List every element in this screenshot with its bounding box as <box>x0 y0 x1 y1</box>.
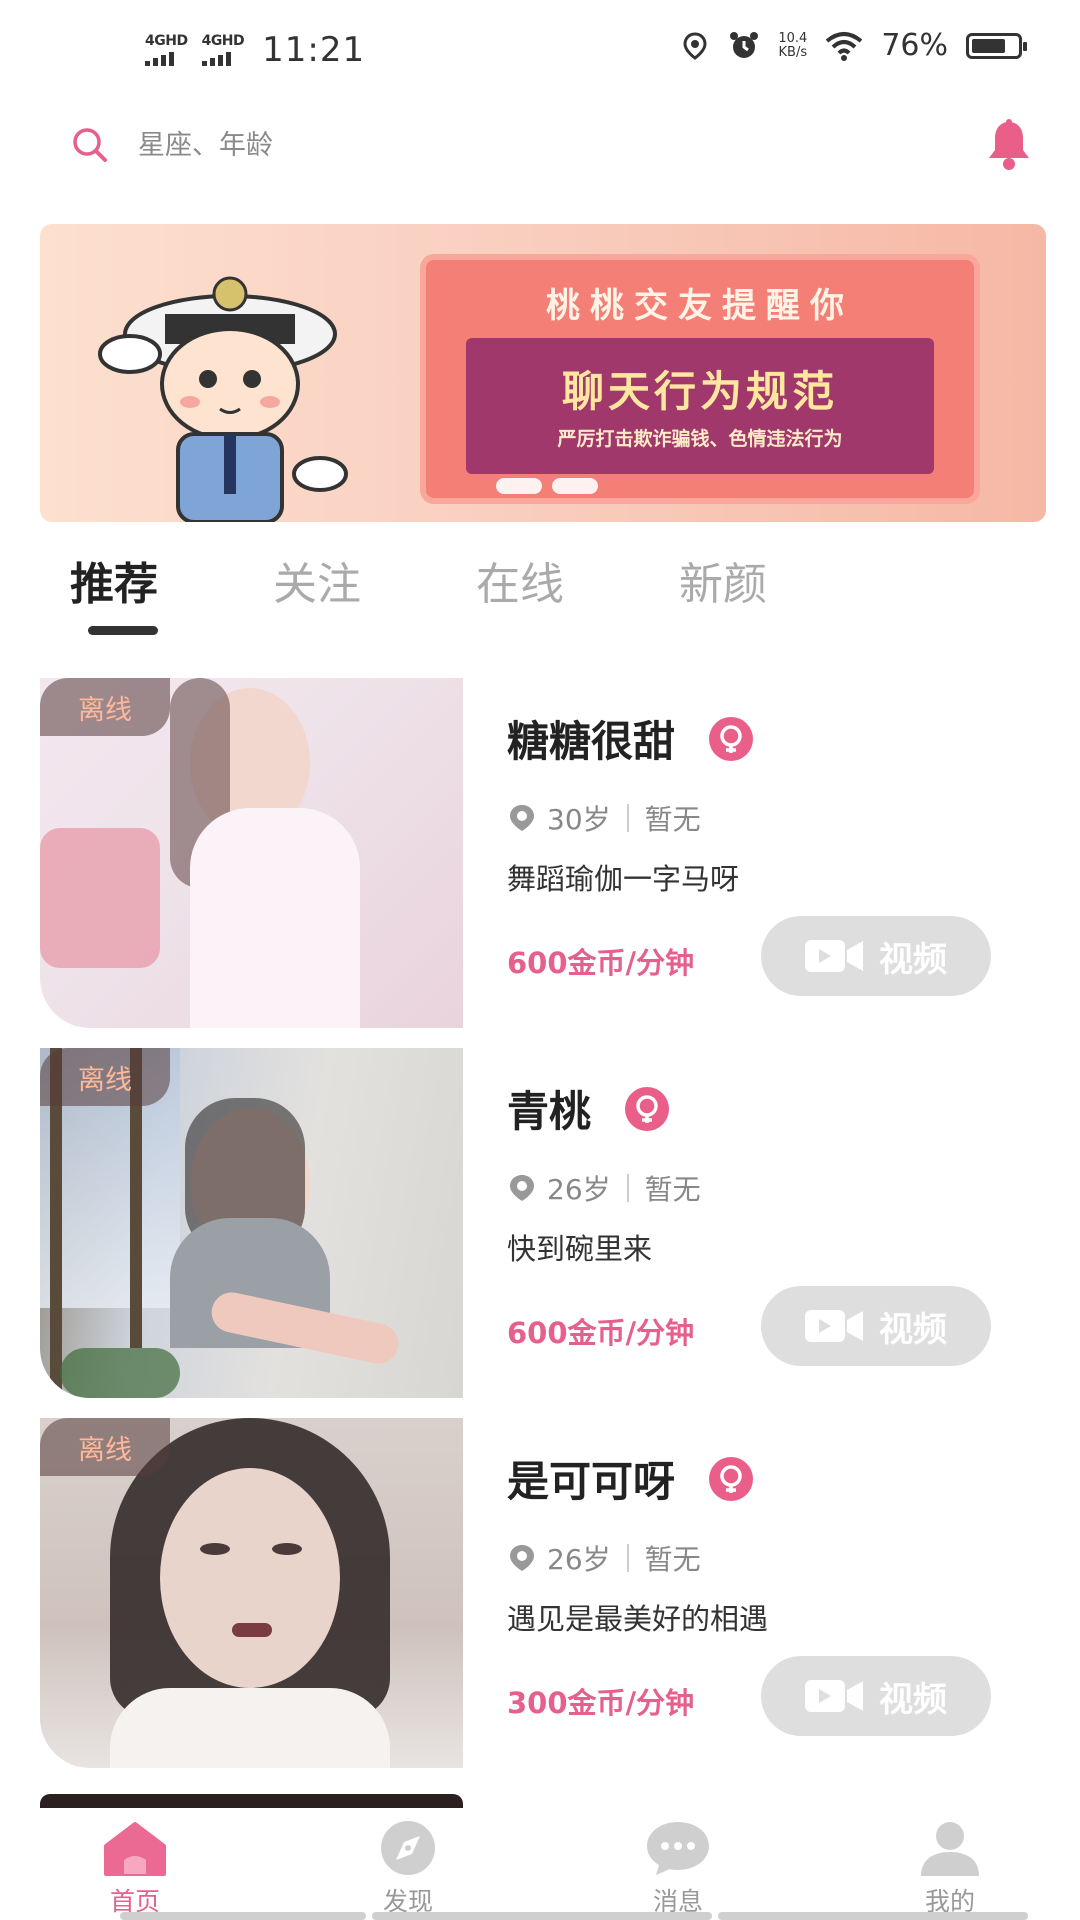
alarm-icon <box>730 31 759 58</box>
video-call-label: 视频 <box>879 939 947 980</box>
clock: 11:21 <box>262 30 366 70</box>
profile-name: 青桃 <box>507 1087 592 1136</box>
call-price: 600金币/分钟 <box>507 946 695 980</box>
battery-percent: 76% <box>881 28 948 63</box>
female-icon <box>709 1456 754 1501</box>
gesture-bar <box>718 1912 1028 1920</box>
wifi-icon <box>826 31 863 61</box>
banner-subtitle: 聊天行为规范 <box>561 367 838 416</box>
tab-recommend[interactable]: 推荐 <box>70 548 158 612</box>
nav-discover[interactable]: 发现 <box>338 1808 478 1920</box>
female-icon <box>625 1086 670 1131</box>
video-camera-icon <box>805 940 863 972</box>
network-speed-value: 10.4 <box>778 30 808 46</box>
location-pin-icon <box>510 805 534 831</box>
divider <box>626 804 629 832</box>
profile-signature: 快到碗里来 <box>507 1232 653 1266</box>
feed-tabs: 推荐 关注 在线 新颜 <box>40 548 1040 638</box>
profile-name: 是可可呀 <box>507 1457 676 1506</box>
status-left: 4GHD 4GHD 11:21 <box>145 30 365 70</box>
profile-info: 青桃 26岁 暂无 快到碗里来 600金币/分钟 视频 <box>507 1048 1040 1398</box>
profile-meta: 30岁 暂无 <box>507 798 701 838</box>
profile-age: 26岁 <box>547 1173 611 1206</box>
battery-icon <box>966 32 1027 59</box>
profile-card[interactable]: 离线 青桃 26岁 暂无 快到碗里来 600金币/分钟 视频 <box>40 1048 1040 1398</box>
search-icon[interactable] <box>68 123 112 167</box>
profile-card[interactable]: 离线 是可可呀 26岁 暂无 遇见是最美好的相遇 300金币/分钟 视频 <box>40 1418 1040 1768</box>
promo-banner[interactable]: 桃桃交友提醒你 聊天行为规范 严厉打击欺诈骗钱、色情违法行为 <box>40 224 1046 522</box>
cellular-signal-2: 4GHD <box>201 33 245 66</box>
offline-badge: 离线 <box>40 1048 170 1106</box>
divider <box>626 1544 629 1572</box>
profile-meta: 26岁 暂无 <box>507 1168 701 1208</box>
bottom-nav: 首页 发现 消息 我的 <box>0 1808 1080 1920</box>
profile-info: 是可可呀 26岁 暂无 遇见是最美好的相遇 300金币/分钟 视频 <box>507 1418 1040 1768</box>
video-call-button[interactable]: 视频 <box>761 916 991 996</box>
cellular-signal-1: 4GHD <box>145 34 188 66</box>
video-call-label: 视频 <box>879 1679 947 1720</box>
profile-name: 糖糖很甜 <box>507 717 676 766</box>
location-pin-icon <box>510 1175 534 1201</box>
profile-info: 糖糖很甜 30岁 暂无 舞蹈瑜伽一字马呀 600金币/分钟 视频 <box>507 678 1040 1028</box>
video-camera-icon <box>805 1310 863 1342</box>
signal-bars-icon <box>145 50 174 66</box>
banner-panel: 聊天行为规范 严厉打击欺诈骗钱、色情违法行为 <box>466 338 934 474</box>
video-call-button[interactable]: 视频 <box>761 1656 991 1736</box>
active-tab-indicator <box>88 626 158 635</box>
profile-location: 暂无 <box>644 1543 701 1576</box>
location-icon <box>683 31 707 60</box>
video-camera-icon <box>805 1680 863 1712</box>
female-icon <box>709 716 754 761</box>
profile-photo[interactable]: 离线 <box>40 678 463 1028</box>
tab-online[interactable]: 在线 <box>476 548 564 612</box>
divider <box>626 1174 629 1202</box>
profile-location: 暂无 <box>644 803 701 836</box>
home-icon <box>104 1822 166 1876</box>
search-bar <box>40 100 1040 190</box>
call-price: 300金币/分钟 <box>507 1686 695 1720</box>
tab-new-faces[interactable]: 新颜 <box>679 548 767 612</box>
nav-profile[interactable]: 我的 <box>880 1808 1020 1920</box>
video-call-button[interactable]: 视频 <box>761 1286 991 1366</box>
banner-decoration <box>496 478 598 494</box>
location-pin-icon <box>510 1545 534 1571</box>
profile-signature: 遇见是最美好的相遇 <box>507 1602 769 1636</box>
call-price: 600金币/分钟 <box>507 1316 695 1350</box>
profile-age: 30岁 <box>547 803 611 836</box>
profile-photo[interactable]: 离线 <box>40 1418 463 1768</box>
profile-signature: 舞蹈瑜伽一字马呀 <box>507 862 740 896</box>
compass-icon <box>381 1821 435 1875</box>
profile-location: 暂无 <box>644 1173 701 1206</box>
police-mascot-illustration <box>98 276 348 522</box>
network-speed-unit: KB/s <box>778 44 808 60</box>
chat-bubble-icon <box>647 1822 709 1875</box>
status-right: 10.4 KB/s 76% <box>680 28 1027 63</box>
profile-meta: 26岁 暂无 <box>507 1538 701 1578</box>
gesture-bar <box>372 1912 712 1920</box>
person-icon <box>921 1822 979 1876</box>
bell-icon[interactable] <box>982 118 1036 172</box>
banner-note: 严厉打击欺诈骗钱、色情违法行为 <box>557 428 843 450</box>
network-type-label: 4GHD <box>201 33 245 49</box>
network-type-label: 4GHD <box>145 33 188 49</box>
profile-photo[interactable]: 离线 <box>40 1048 463 1398</box>
profile-card[interactable]: 离线 糖糖很甜 30岁 暂无 舞蹈瑜伽一字马呀 600金币/分钟 视频 <box>40 678 1040 1028</box>
offline-badge: 离线 <box>40 678 170 736</box>
offline-badge: 离线 <box>40 1418 170 1476</box>
video-call-label: 视频 <box>879 1309 947 1350</box>
gesture-bar <box>120 1912 366 1920</box>
nav-home[interactable]: 首页 <box>65 1808 205 1920</box>
notice-board: 桃桃交友提醒你 聊天行为规范 严厉打击欺诈骗钱、色情违法行为 <box>420 254 980 504</box>
network-speed: 10.4 KB/s <box>778 30 808 60</box>
tab-following[interactable]: 关注 <box>273 548 361 612</box>
banner-title: 桃桃交友提醒你 <box>546 286 854 326</box>
signal-bars-icon <box>201 50 231 66</box>
nav-messages[interactable]: 消息 <box>608 1808 748 1920</box>
profile-age: 26岁 <box>547 1543 611 1576</box>
status-bar: 4GHD 4GHD 11:21 10.4 KB/s 76% <box>0 0 1080 100</box>
search-input[interactable] <box>138 129 838 161</box>
